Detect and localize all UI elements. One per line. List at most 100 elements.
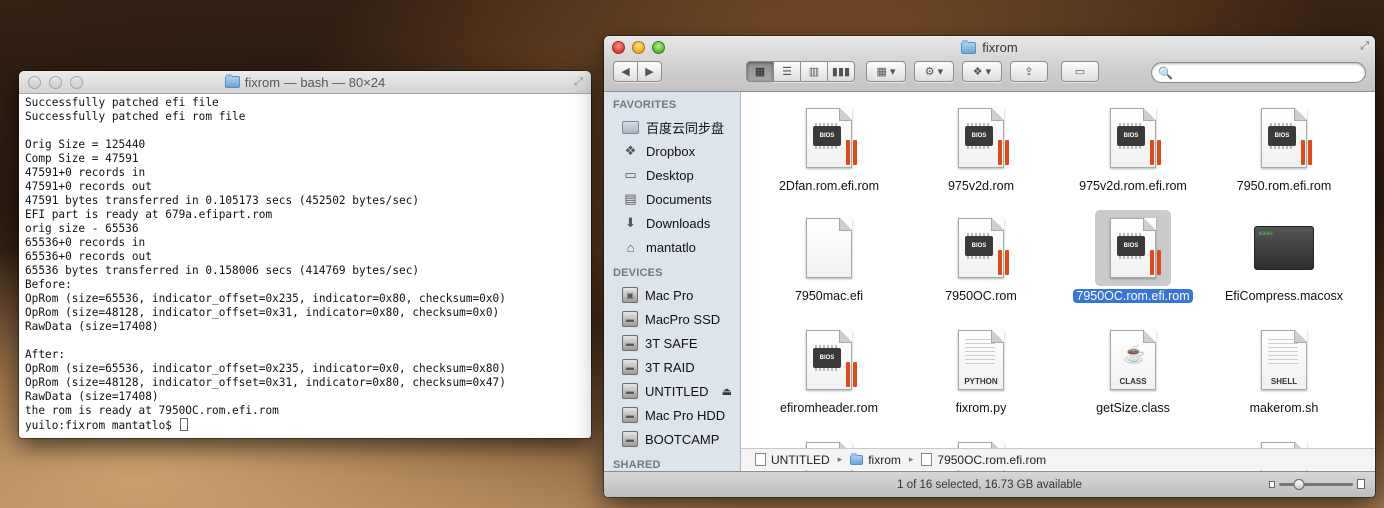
bios-chip-icon: BIOS <box>1117 123 1145 149</box>
path-item[interactable]: 7950OC.rom.efi.rom <box>937 453 1046 467</box>
python-file-icon: PYTHON <box>958 330 1004 390</box>
path-item[interactable]: fixrom <box>868 453 901 467</box>
back-button[interactable]: ◀ <box>613 61 638 82</box>
close-button[interactable] <box>28 76 41 89</box>
terminal-line: OpRom (size=48128, indicator_offset=0x31… <box>25 306 500 319</box>
file-name-text: 7950OC.rom <box>945 289 1017 303</box>
file-item[interactable]: ☕ CLASS getSize.class <box>1063 322 1203 416</box>
fullscreen-icon[interactable]: ⤢ <box>572 76 585 89</box>
fullscreen-icon[interactable]: ⤢ <box>1360 40 1369 53</box>
bios-file-icon: BIOS <box>958 218 1009 278</box>
file-item[interactable]: BIOS efiromheader.rom <box>759 322 899 416</box>
text-cursor <box>179 418 188 431</box>
terminal-line: EFI part is ready at 679a.efipart.rom <box>25 208 273 221</box>
home-icon: ⌂ <box>626 239 635 255</box>
eject-icon[interactable]: ⏏ <box>722 385 732 398</box>
file-item[interactable]: PYTHON fixrom.py <box>911 322 1051 416</box>
terminal-line: Before: <box>25 278 72 291</box>
folder-icon <box>850 452 864 465</box>
class-file-icon: ☕ CLASS <box>1110 330 1156 390</box>
action-gear-button[interactable]: ⚙ ▾ <box>914 61 954 82</box>
file-kind-label: SHELL <box>1270 377 1298 386</box>
terminal-output[interactable]: Successfully patched efi file Successfull… <box>19 94 591 434</box>
search-field[interactable]: 🔍 <box>1151 62 1366 83</box>
file-name-text: 975v2d.rom.efi.rom <box>1079 179 1187 193</box>
disk-icon: ▬ <box>622 431 638 447</box>
sidebar-item-bootcamp[interactable]: ▬ BOOTCAMP <box>604 427 740 451</box>
minimize-button[interactable] <box>49 76 62 89</box>
sidebar-item-mac-pro[interactable]: ▣ Mac Pro <box>604 283 740 307</box>
file-browser[interactable]: BIOS 2Dfan.rom.efi.rom BIOS 975v2d.rom BIOS 9… <box>741 92 1375 497</box>
slider-knob[interactable] <box>1293 479 1305 490</box>
sidebar-item-label: Documents <box>646 191 712 207</box>
icon-size-slider[interactable] <box>1269 479 1365 490</box>
file-item[interactable]: SHELL makerom.sh <box>1214 322 1354 416</box>
file-item[interactable]: BIOS 7950OC.rom.efi.rom <box>1063 210 1203 304</box>
sidebar-item-label: MacPro SSD <box>645 311 721 327</box>
file-item[interactable]: BIOS 2Dfan.rom.efi.rom <box>759 100 899 194</box>
sidebar-item-mantatlo[interactable]: ⌂ mantatlo <box>604 235 740 259</box>
file-icon-container: BIOS <box>791 322 867 398</box>
terminal-window[interactable]: fixrom — bash — 80×24 ⤢ Successfully pat… <box>19 71 591 438</box>
slider-track <box>1279 483 1353 486</box>
file-item[interactable]: BIOS 975v2d.rom <box>911 100 1051 194</box>
search-input[interactable] <box>1176 65 1365 80</box>
column-view-button[interactable]: ▥ <box>800 61 828 82</box>
sidebar-item-desktop[interactable]: ▭ Desktop <box>604 163 740 187</box>
terminal-line: OpRom (size=65536, indicator_offset=0x23… <box>25 292 506 305</box>
terminal-line: 65536+0 records in <box>25 236 146 249</box>
file-icon-container: BIOS <box>1095 210 1171 286</box>
sidebar-item-macpro-ssd[interactable]: ▬ MacPro SSD <box>604 307 740 331</box>
finder-title: fixrom <box>982 40 1018 55</box>
zoom-button[interactable] <box>70 76 83 89</box>
bios-chip-icon: BIOS <box>1117 233 1145 259</box>
shell-file-icon: SHELL <box>1261 330 1307 390</box>
sidebar-item-documents[interactable]: ▤ Documents <box>604 187 740 211</box>
sidebar-item-百度云同步盘[interactable]: 百度云同步盘 <box>604 115 740 139</box>
file-name: 975v2d.rom <box>911 179 1051 194</box>
terminal-prompt-line[interactable]: yuilo:fixrom mantatlo$ <box>25 418 585 432</box>
file-name: 7950OC.rom.efi.rom <box>1063 289 1203 304</box>
file-item[interactable]: 7950mac.efi <box>759 210 899 304</box>
bios-chip-icon: BIOS <box>965 123 993 149</box>
file-name-text: getSize.class <box>1096 401 1170 415</box>
sidebar-item-3t-raid[interactable]: ▬ 3T RAID <box>604 355 740 379</box>
file-item[interactable]: exec EfiCompress.macosx <box>1214 210 1354 304</box>
text-lines-glyph <box>1268 339 1298 365</box>
bios-chip-icon: BIOS <box>813 345 841 371</box>
sidebar-item-mac-pro-hdd[interactable]: ▬ Mac Pro HDD <box>604 403 740 427</box>
icon-view-button[interactable]: ▦ <box>746 61 774 82</box>
edit-tags-button[interactable]: ▭ <box>1061 61 1099 82</box>
list-view-button[interactable]: ☰ <box>773 61 801 82</box>
disk-icon: ▬ <box>622 335 638 351</box>
bios-chip-icon: BIOS <box>965 233 993 259</box>
file-grid: BIOS 2Dfan.rom.efi.rom BIOS 975v2d.rom BIOS 9… <box>741 92 1375 497</box>
file-item[interactable]: BIOS 975v2d.rom.efi.rom <box>1063 100 1203 194</box>
terminal-titlebar[interactable]: fixrom — bash — 80×24 ⤢ <box>19 71 591 94</box>
terminal-line: 47591+0 records in <box>25 166 146 179</box>
path-bar: UNTITLED ▸ fixrom ▸ 7950OC.rom.efi.rom <box>741 448 1375 470</box>
sidebar-item-untitled[interactable]: ▬ UNTITLED ⏏ <box>604 379 740 403</box>
file-item[interactable]: BIOS 7950OC.rom <box>911 210 1051 304</box>
folder-icon <box>224 74 240 88</box>
file-name: 7950.rom.efi.rom <box>1214 179 1354 194</box>
finder-window[interactable]: fixrom ⤢ ◀ ▶ ▦ ☰ ▥ ▮▮▮ ▦ ▾ ⚙ ▾ ❖ ▾ ⇪ ▭ 🔍… <box>604 36 1375 497</box>
coverflow-view-button[interactable]: ▮▮▮ <box>827 61 855 82</box>
sidebar-item-3t-safe[interactable]: ▬ 3T SAFE <box>604 331 740 355</box>
file-name: makerom.sh <box>1214 401 1354 416</box>
sidebar-item-downloads[interactable]: ⬇ Downloads <box>604 211 740 235</box>
executable-icon: exec <box>1254 226 1314 270</box>
arrange-button[interactable]: ▦ ▾ <box>866 61 906 82</box>
share-button[interactable]: ⇪ <box>1010 61 1048 82</box>
sidebar-item-dropbox[interactable]: ❖ Dropbox <box>604 139 740 163</box>
file-item[interactable]: BIOS 7950.rom.efi.rom <box>1214 100 1354 194</box>
dropbox-icon: ❖ <box>624 143 637 158</box>
status-bar: 1 of 16 selected, 16.73 GB available <box>604 471 1375 497</box>
coffee-cup-icon: ☕ <box>1123 344 1146 364</box>
path-item[interactable]: UNTITLED <box>771 453 830 467</box>
forward-button[interactable]: ▶ <box>637 61 662 82</box>
rom-bars-icon <box>846 362 857 387</box>
bios-file-icon: BIOS <box>1110 108 1161 168</box>
dropbox-menu-button[interactable]: ❖ ▾ <box>962 61 1002 82</box>
